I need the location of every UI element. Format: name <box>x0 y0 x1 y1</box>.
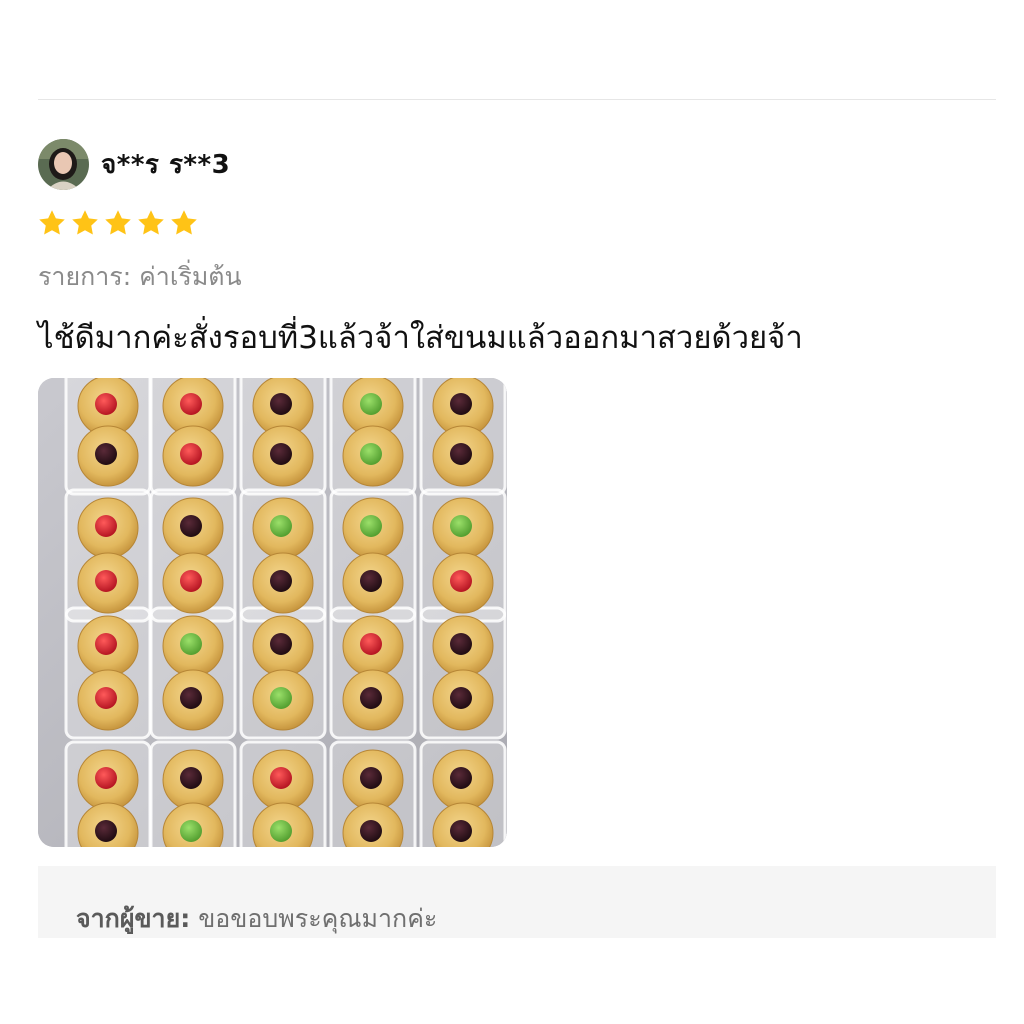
seller-reply-label: จากผู้ขาย: <box>76 904 191 933</box>
jam-center <box>360 515 382 537</box>
jam-center <box>95 393 117 415</box>
jam-center <box>95 443 117 465</box>
jam-center <box>95 570 117 592</box>
jam-center <box>450 515 472 537</box>
jam-center <box>450 687 472 709</box>
jam-center <box>450 443 472 465</box>
jam-center <box>270 820 292 842</box>
jam-center <box>95 633 117 655</box>
reviewer-avatar[interactable] <box>38 138 89 190</box>
jam-center <box>360 820 382 842</box>
jam-center <box>270 633 292 655</box>
seller-reply: จากผู้ขาย: ขอขอบพระคุณมากค่ะ <box>38 866 996 938</box>
jam-center <box>360 393 382 415</box>
jam-center <box>95 515 117 537</box>
review-photo[interactable] <box>38 378 507 847</box>
jam-center <box>95 687 117 709</box>
seller-reply-line: จากผู้ขาย: ขอขอบพระคุณมากค่ะ <box>76 902 996 936</box>
star-rating <box>37 208 202 240</box>
jam-center <box>360 570 382 592</box>
product-variation: รายการ: ค่าเริ่มต้น <box>38 262 242 291</box>
star-icon <box>37 208 67 238</box>
jam-center <box>270 443 292 465</box>
jam-center <box>180 393 202 415</box>
jam-center <box>270 515 292 537</box>
jam-center <box>180 687 202 709</box>
reviewer-info: จ**ร ร**3 <box>38 138 230 190</box>
jam-center <box>450 767 472 789</box>
jam-center <box>95 767 117 789</box>
jam-center <box>360 633 382 655</box>
cookie-boxes-image <box>38 378 507 847</box>
jam-center <box>180 820 202 842</box>
jam-center <box>360 687 382 709</box>
star-icon <box>169 208 199 238</box>
jam-center <box>180 443 202 465</box>
section-divider <box>38 99 996 100</box>
jam-center <box>180 515 202 537</box>
jam-center <box>360 443 382 465</box>
jam-center <box>270 767 292 789</box>
star-icon <box>136 208 166 238</box>
jam-center <box>270 393 292 415</box>
star-icon <box>103 208 133 238</box>
jam-center <box>450 393 472 415</box>
jam-center <box>450 633 472 655</box>
jam-center <box>180 767 202 789</box>
jam-center <box>450 570 472 592</box>
review-text: ไช้ดีมากค่ะสั่งรอบที่3แล้วจ้าใส่ขนมแล้วอ… <box>38 320 803 356</box>
jam-center <box>270 570 292 592</box>
jam-center <box>180 570 202 592</box>
seller-reply-text: ขอขอบพระคุณมากค่ะ <box>198 904 438 933</box>
jam-center <box>450 820 472 842</box>
jam-center <box>95 820 117 842</box>
jam-center <box>270 687 292 709</box>
jam-center <box>180 633 202 655</box>
jam-center <box>360 767 382 789</box>
star-icon <box>70 208 100 238</box>
reviewer-name: จ**ร ร**3 <box>101 149 231 180</box>
